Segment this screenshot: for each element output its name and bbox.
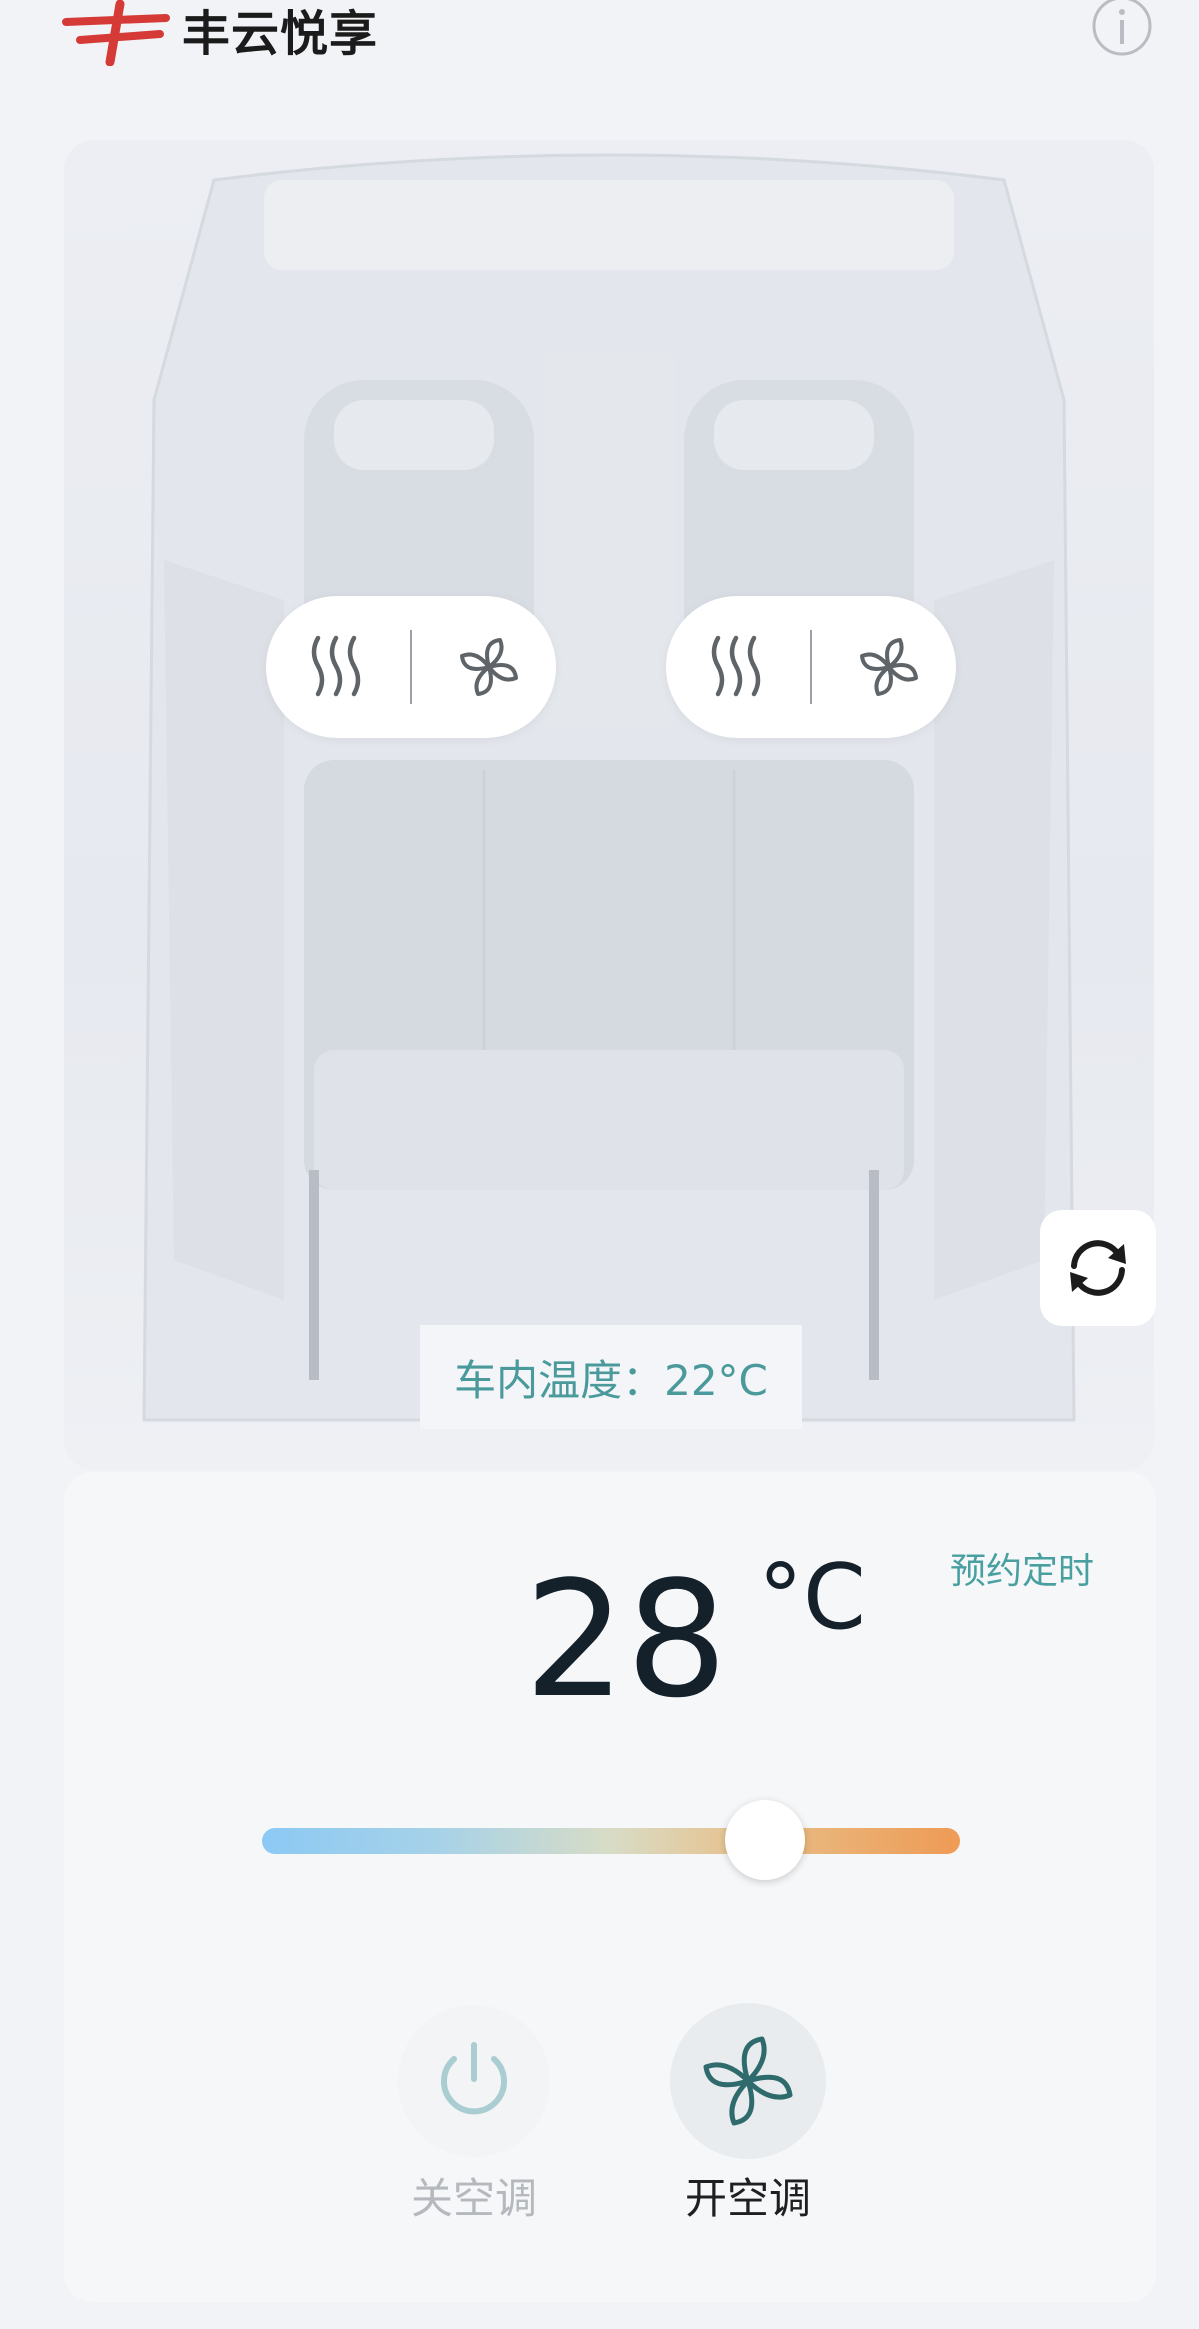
car-illustration xyxy=(64,140,1154,1470)
header: 丰云悦享 xyxy=(0,0,1199,80)
car-interior-image xyxy=(142,153,1076,1422)
seat-control-right xyxy=(666,596,956,738)
target-temperature: 28 xyxy=(524,1546,728,1733)
temperature-slider-thumb[interactable] xyxy=(724,1800,805,1880)
seat-control-left xyxy=(266,596,556,738)
temperature-slider-track[interactable] xyxy=(262,1828,960,1854)
app-title: 丰云悦享 xyxy=(182,6,379,62)
cabin-temperature: 车内温度：22°C xyxy=(420,1325,802,1429)
ac-on-button[interactable] xyxy=(670,2003,826,2159)
info-icon[interactable] xyxy=(1092,0,1152,56)
ac-off-label: 关空调 xyxy=(410,2174,537,2223)
schedule-timer-link[interactable]: 预约定时 xyxy=(950,1542,1094,1594)
brand-logo-icon xyxy=(62,0,170,66)
divider xyxy=(410,630,412,704)
power-icon xyxy=(441,2042,507,2115)
ac-on-label: 开空调 xyxy=(684,2174,811,2223)
seat-fan-icon[interactable] xyxy=(854,632,924,702)
divider xyxy=(810,630,812,704)
refresh-button[interactable] xyxy=(1040,1210,1156,1326)
ac-off-button[interactable] xyxy=(398,2005,550,2157)
refresh-icon xyxy=(1070,1240,1126,1296)
seat-heat-icon[interactable] xyxy=(306,632,366,702)
seat-heat-icon[interactable] xyxy=(706,632,766,702)
fan-icon xyxy=(703,2036,793,2126)
seat-fan-icon[interactable] xyxy=(454,632,524,702)
temperature-unit: °C xyxy=(758,1545,866,1650)
